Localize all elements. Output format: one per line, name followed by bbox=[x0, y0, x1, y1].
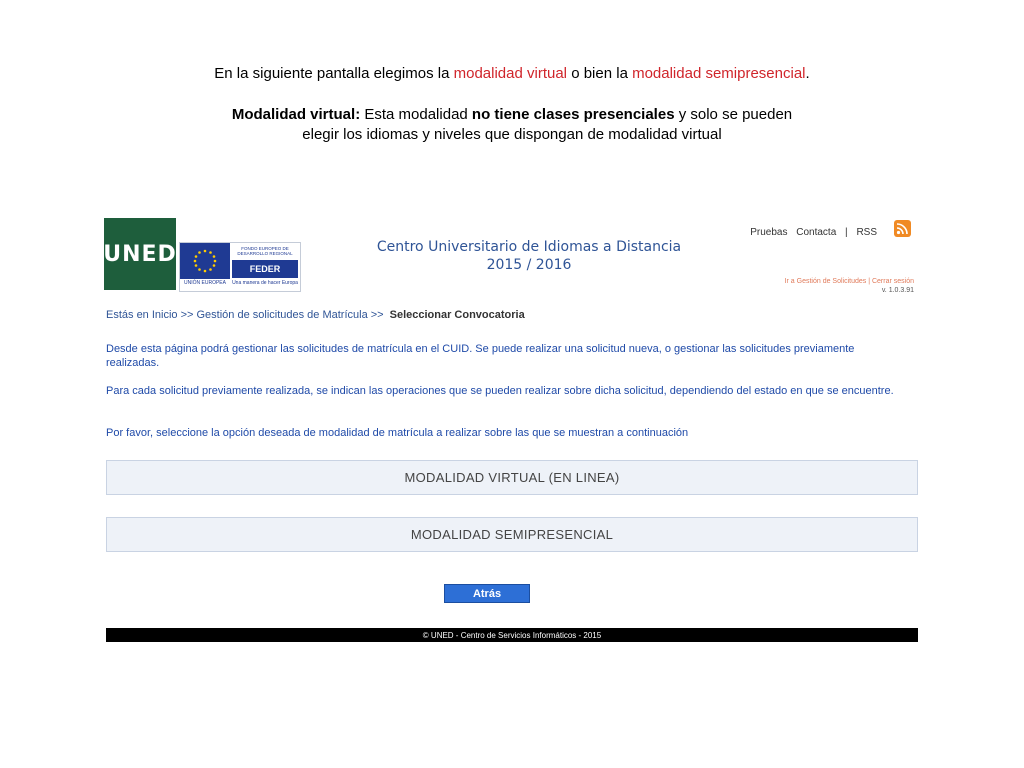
breadcrumb-current: Seleccionar Convocatoria bbox=[389, 309, 525, 321]
contacta-link[interactable]: Contacta bbox=[793, 227, 839, 238]
gestion-links[interactable]: Ir a Gestión de Solicitudes | Cerrar ses… bbox=[785, 278, 914, 285]
version-label: v. 1.0.3.91 bbox=[881, 287, 914, 294]
modalidad-virtual-button[interactable]: MODALIDAD VIRTUAL (EN LINEA) bbox=[106, 460, 918, 495]
modalidad-virtual-link-text: modalidad virtual bbox=[453, 65, 568, 82]
link-separator: | bbox=[845, 227, 848, 238]
rss-icon[interactable] bbox=[894, 220, 911, 237]
feder-label: FEDER bbox=[232, 260, 298, 278]
modalidad-semipresencial-button[interactable]: MODALIDAD SEMIPRESENCIAL bbox=[106, 517, 918, 552]
info-paragraph: Para cada solicitud previamente realizad… bbox=[106, 385, 894, 397]
feder-motto: Una manera de hacer Europa bbox=[232, 280, 298, 286]
breadcrumb: Estás en Inicio >> Gestión de solicitude… bbox=[106, 309, 525, 321]
back-button[interactable]: Atrás bbox=[444, 584, 530, 603]
modalidad-semipresencial-link-text: modalidad semipresencial bbox=[632, 65, 806, 82]
bullet-text: Modalidad virtual: Esta modalidad no tie… bbox=[231, 106, 793, 143]
info-paragraph: Desde esta página podrá gestionar las so… bbox=[106, 343, 855, 369]
fondo-label: FONDO EUROPEO DE DESARROLLO REGIONAL bbox=[237, 246, 293, 256]
footer: © UNED - Centro de Servicios Informático… bbox=[106, 628, 918, 642]
breadcrumb-path[interactable]: Estás en Inicio >> Gestión de solicitude… bbox=[106, 309, 384, 321]
uned-logo[interactable]: UNED bbox=[103, 218, 176, 290]
top-links: Pruebas Contacta | RSS bbox=[747, 227, 880, 238]
eu-label: UNIÓN EUROPEA bbox=[184, 280, 226, 286]
pruebas-link[interactable]: Pruebas bbox=[747, 227, 790, 238]
intro-text: En la siguiente pantalla elegimos la mod… bbox=[214, 65, 810, 82]
eu-flag-icon bbox=[180, 243, 230, 279]
screenshot-panel: UNED UNIÓN EUROPEA FONDO EUROPEO DE DESA… bbox=[103, 216, 918, 642]
rss-link[interactable]: RSS bbox=[853, 227, 880, 238]
site-title: Centro Universitario de Idiomas a Distan… bbox=[376, 239, 682, 273]
feder-logo: UNIÓN EUROPEA FONDO EUROPEO DE DESARROLL… bbox=[179, 242, 301, 292]
info-paragraph: Por favor, seleccione la opción deseada … bbox=[106, 427, 689, 439]
